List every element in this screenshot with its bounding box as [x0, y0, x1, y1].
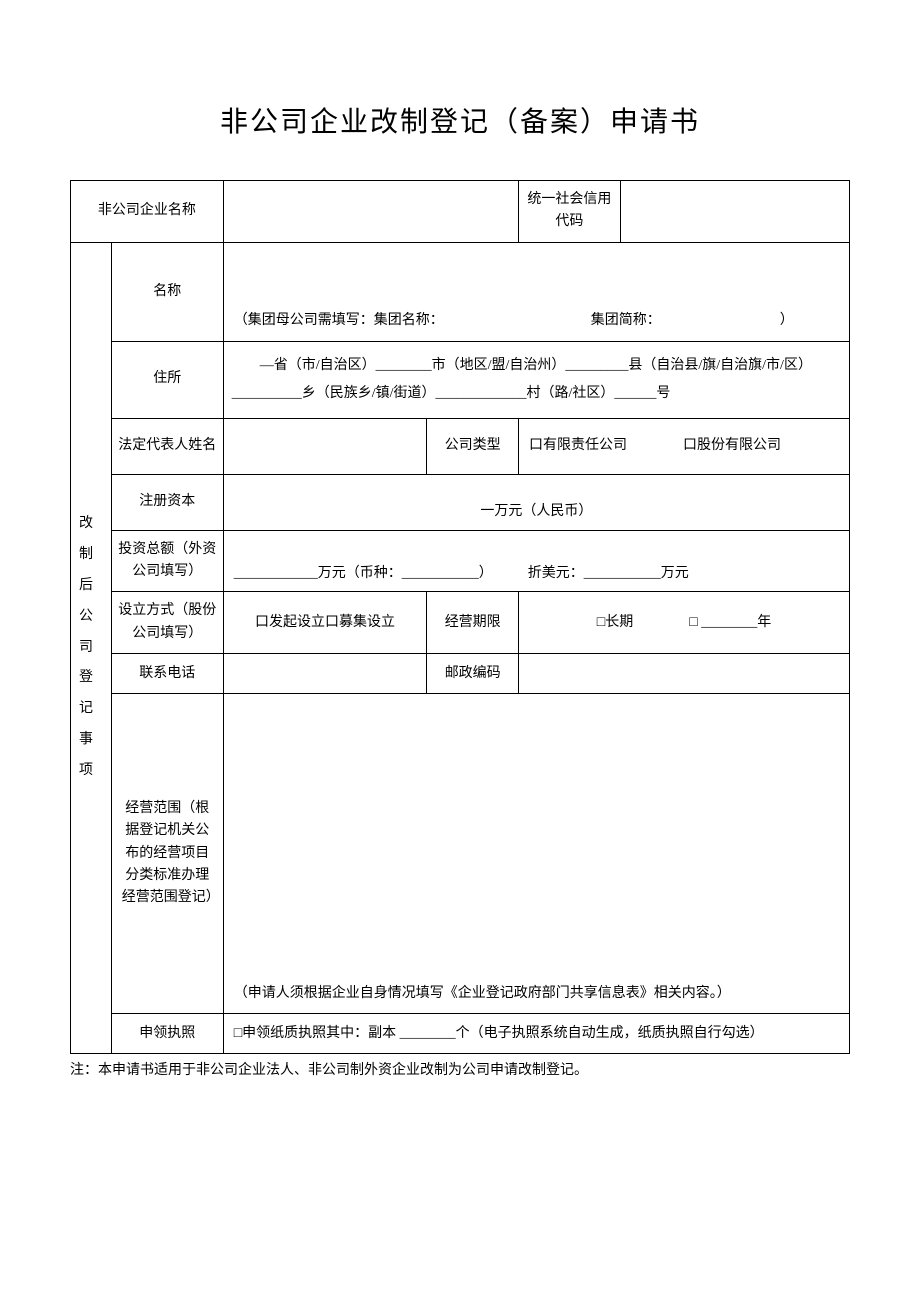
form-table: 非公司企业名称 统一社会信用代码 改制后公司登记事项 名称 （集团母公司需填写：… — [70, 180, 850, 1054]
field-company-type[interactable]: 口有限责任公司 口股份有限公司 — [519, 418, 850, 474]
label-reg-capital: 注册资本 — [111, 474, 223, 530]
label-phone: 联系电话 — [111, 654, 223, 694]
field-total-invest[interactable]: ____________万元（币种：___________） 折美元：_____… — [223, 530, 849, 592]
field-license[interactable]: □申领纸质执照其中：副本 ________个（电子执照系统自动生成，纸质执照自行… — [223, 1014, 849, 1054]
label-establish: 设立方式（股份公司填写） — [111, 592, 223, 654]
field-legal-rep[interactable] — [223, 418, 427, 474]
label-legal-rep: 法定代表人姓名 — [111, 418, 223, 474]
section-label: 改制后公司登记事项 — [71, 242, 112, 1053]
field-scope[interactable]: （申请人须根据企业自身情况填写《企业登记政府部门共享信息表》相关内容。） — [223, 694, 849, 1014]
field-company-name[interactable] — [223, 181, 518, 243]
hint-group: （集团母公司需填写：集团名称： 集团简称： ） — [223, 302, 849, 341]
label-license: 申领执照 — [111, 1014, 223, 1054]
label-total-invest: 投资总额（外资公司填写） — [111, 530, 223, 592]
footer-note: 注：本申请书适用于非公司企业法人、非公司制外资企业改制为公司申请改制登记。 — [70, 1060, 850, 1081]
label-address: 住所 — [111, 341, 223, 418]
label-credit-code: 统一社会信用代码 — [519, 181, 621, 243]
label-term: 经营期限 — [427, 592, 519, 654]
field-name[interactable] — [223, 242, 849, 302]
field-phone[interactable] — [223, 654, 427, 694]
label-postal: 邮政编码 — [427, 654, 519, 694]
field-term[interactable]: □长期 □ ________年 — [519, 592, 850, 654]
document-title: 非公司企业改制登记（备案）申请书 — [70, 100, 850, 140]
field-establish[interactable]: 口发起设立口募集设立 — [223, 592, 427, 654]
label-company-type: 公司类型 — [427, 418, 519, 474]
field-reg-capital[interactable]: 一万元（人民币） — [223, 474, 849, 530]
label-scope: 经营范围（根据登记机关公布的经营项目分类标准办理经营范围登记） — [111, 694, 223, 1014]
label-name: 名称 — [111, 242, 223, 341]
label-company-name: 非公司企业名称 — [71, 181, 224, 243]
field-address[interactable]: —省（市/自治区）________市（地区/盟/自治州）_________县（自… — [223, 341, 849, 418]
field-postal[interactable] — [519, 654, 850, 694]
field-credit-code[interactable] — [620, 181, 849, 243]
